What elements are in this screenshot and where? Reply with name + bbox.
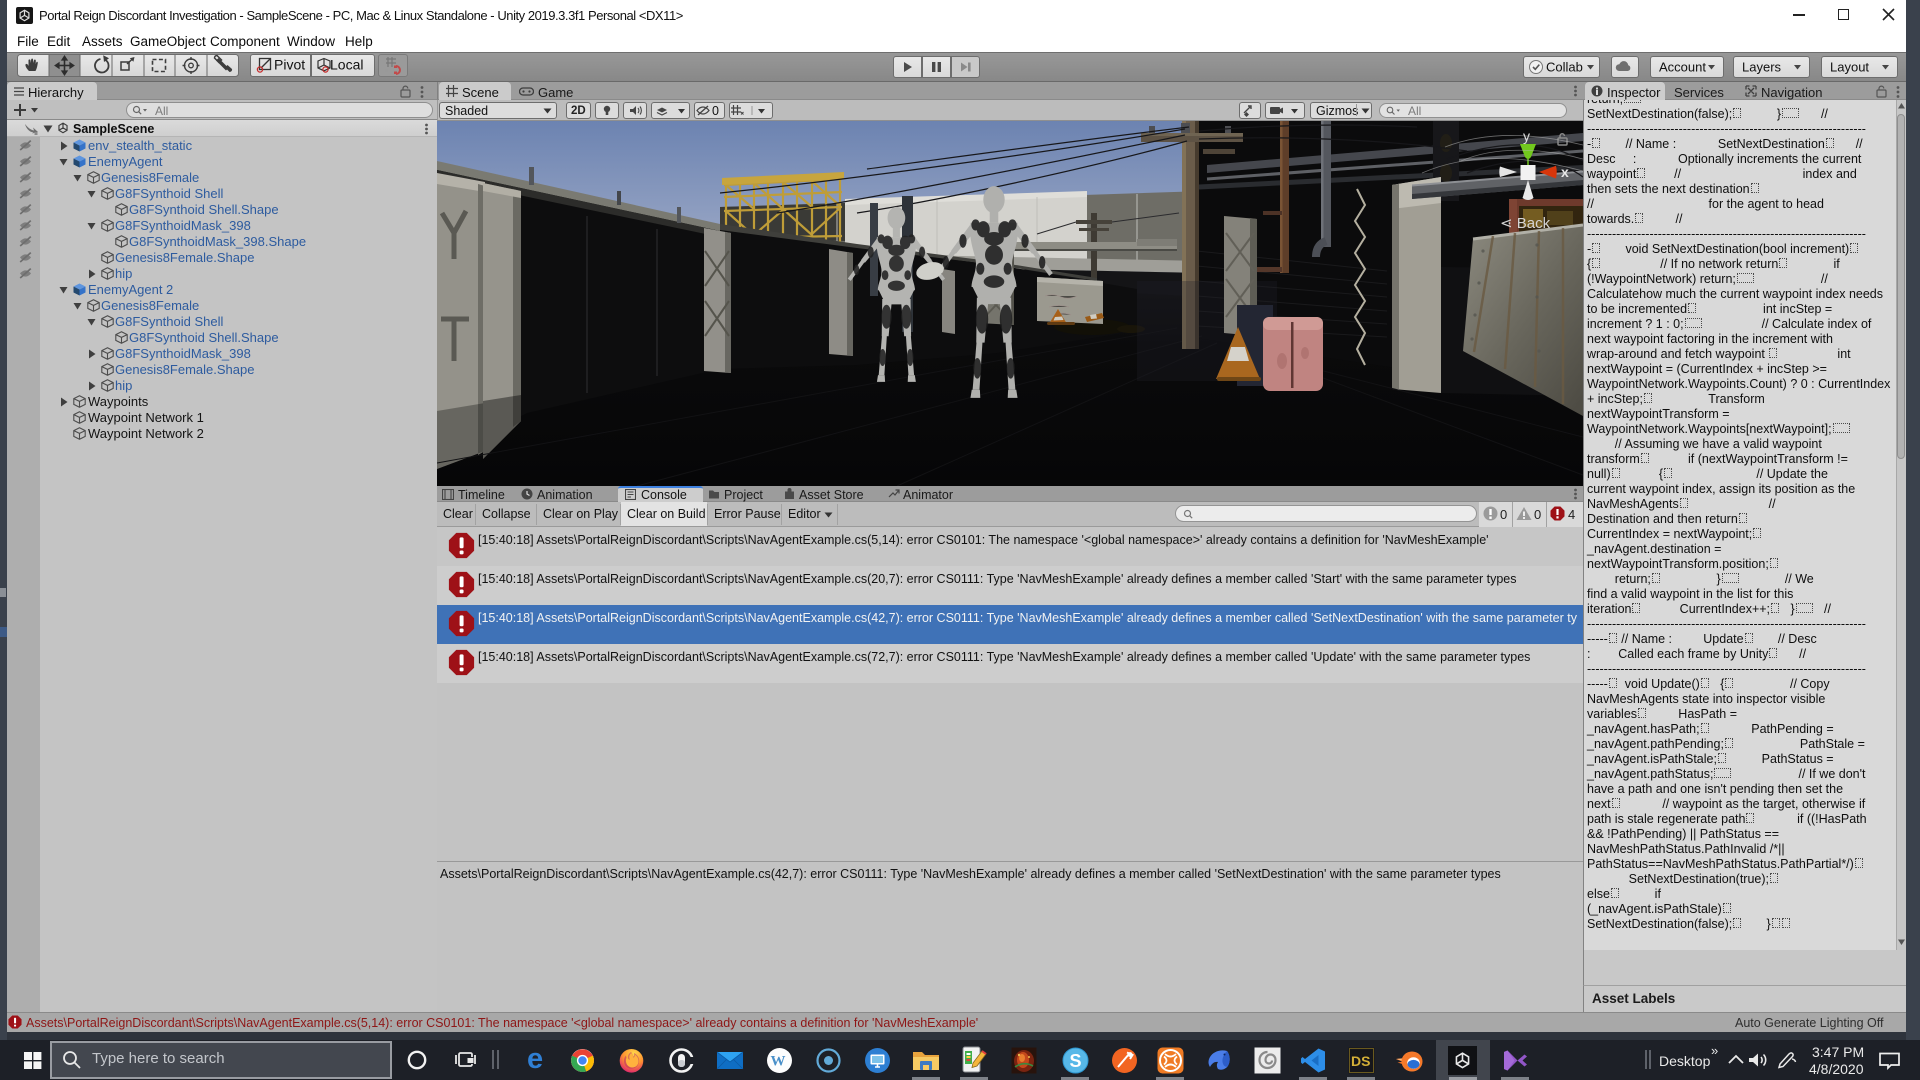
svg-text:0: 0 xyxy=(712,104,719,118)
svg-text:S: S xyxy=(1070,1051,1082,1071)
svg-text:Collab: Collab xyxy=(1546,60,1583,75)
svg-text:DS: DS xyxy=(1351,1053,1370,1069)
svg-text:Account: Account xyxy=(1659,60,1706,75)
svg-text:⋖ Back: ⋖ Back xyxy=(1500,215,1551,232)
svg-text:W: W xyxy=(771,1054,786,1070)
svg-text:Layers: Layers xyxy=(1742,60,1782,75)
svg-text:Layout: Layout xyxy=(1830,60,1869,75)
svg-text:Pivot: Pivot xyxy=(274,57,305,73)
svg-text:Local: Local xyxy=(330,57,363,73)
